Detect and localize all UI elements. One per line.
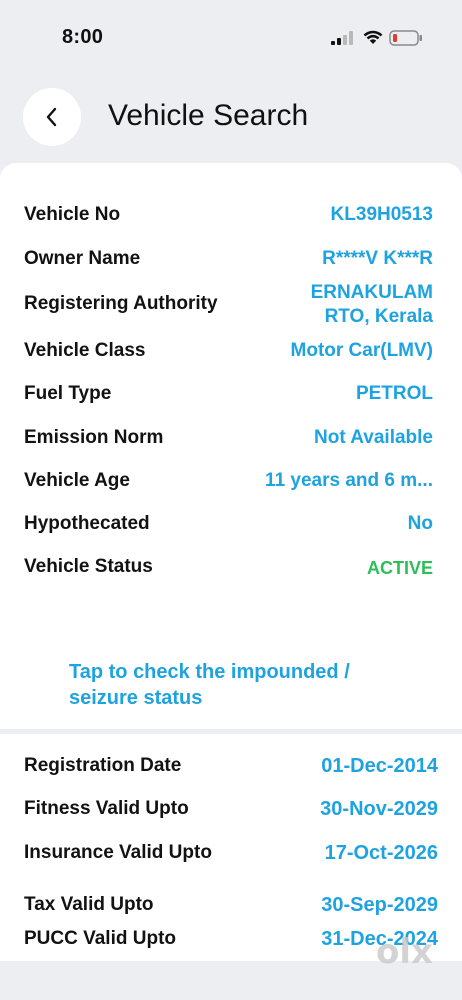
detail-value-line: RTO, Kerala	[324, 306, 433, 327]
validity-card: Registration Date 01-Dec-2014 Fitness Va…	[0, 734, 462, 961]
validity-value: 01-Dec-2014	[321, 755, 438, 777]
validity-label: Insurance Valid Upto	[24, 842, 212, 863]
wifi-icon	[363, 30, 383, 44]
validity-value: 17-Oct-2026	[324, 842, 438, 864]
detail-value: PETROL	[355, 383, 433, 404]
validity-label: Fitness Valid Upto	[24, 798, 189, 819]
detail-label: Emission Norm	[24, 427, 164, 448]
detail-label: Owner Name	[24, 248, 141, 269]
detail-label: Vehicle No	[24, 204, 121, 225]
detail-label: Fuel Type	[24, 383, 112, 404]
validity-value: 30-Nov-2029	[320, 798, 438, 820]
detail-value: KL39H0513	[330, 204, 433, 225]
validity-value: 30-Sep-2029	[321, 894, 438, 916]
status-bar: 8:00	[0, 0, 462, 70]
detail-label: Hypothecated	[24, 513, 150, 534]
impound-status-link[interactable]: Tap to check the impounded / seizure sta…	[69, 659, 409, 711]
impound-link-line: seizure status	[69, 687, 203, 709]
app-header: Vehicle Search	[0, 80, 462, 160]
detail-label: Vehicle Age	[24, 470, 130, 491]
impound-link-line: Tap to check the impounded /	[69, 661, 350, 683]
detail-value: ERNAKULAM RTO, Kerala	[311, 281, 433, 329]
back-button[interactable]	[23, 88, 81, 146]
battery-icon	[389, 30, 422, 46]
olx-watermark-logo: olx	[376, 932, 433, 972]
validity-label: Tax Valid Upto	[24, 894, 154, 915]
validity-label: Registration Date	[24, 755, 182, 776]
detail-value-line: ERNAKULAM	[310, 282, 433, 303]
detail-value: Not Available	[314, 427, 433, 448]
status-time: 8:00	[62, 26, 104, 48]
detail-value: Motor Car(LMV)	[290, 340, 433, 361]
cellular-signal-icon	[331, 31, 353, 45]
chevron-left-icon	[46, 107, 57, 127]
detail-label: Vehicle Class	[24, 340, 146, 361]
validity-label: PUCC Valid Upto	[24, 928, 177, 949]
page-title: Vehicle Search	[108, 99, 309, 132]
detail-value: 11 years and 6 m...	[265, 470, 433, 491]
vehicle-details-card: Vehicle No KL39H0513 Owner Name R****V K…	[0, 163, 462, 729]
detail-value: R****V K***R	[322, 248, 433, 269]
detail-label: Registering Authority	[24, 293, 218, 314]
detail-value: No	[407, 513, 433, 534]
detail-label: Vehicle Status	[24, 556, 153, 577]
status-badge: ACTIVE	[366, 558, 433, 578]
